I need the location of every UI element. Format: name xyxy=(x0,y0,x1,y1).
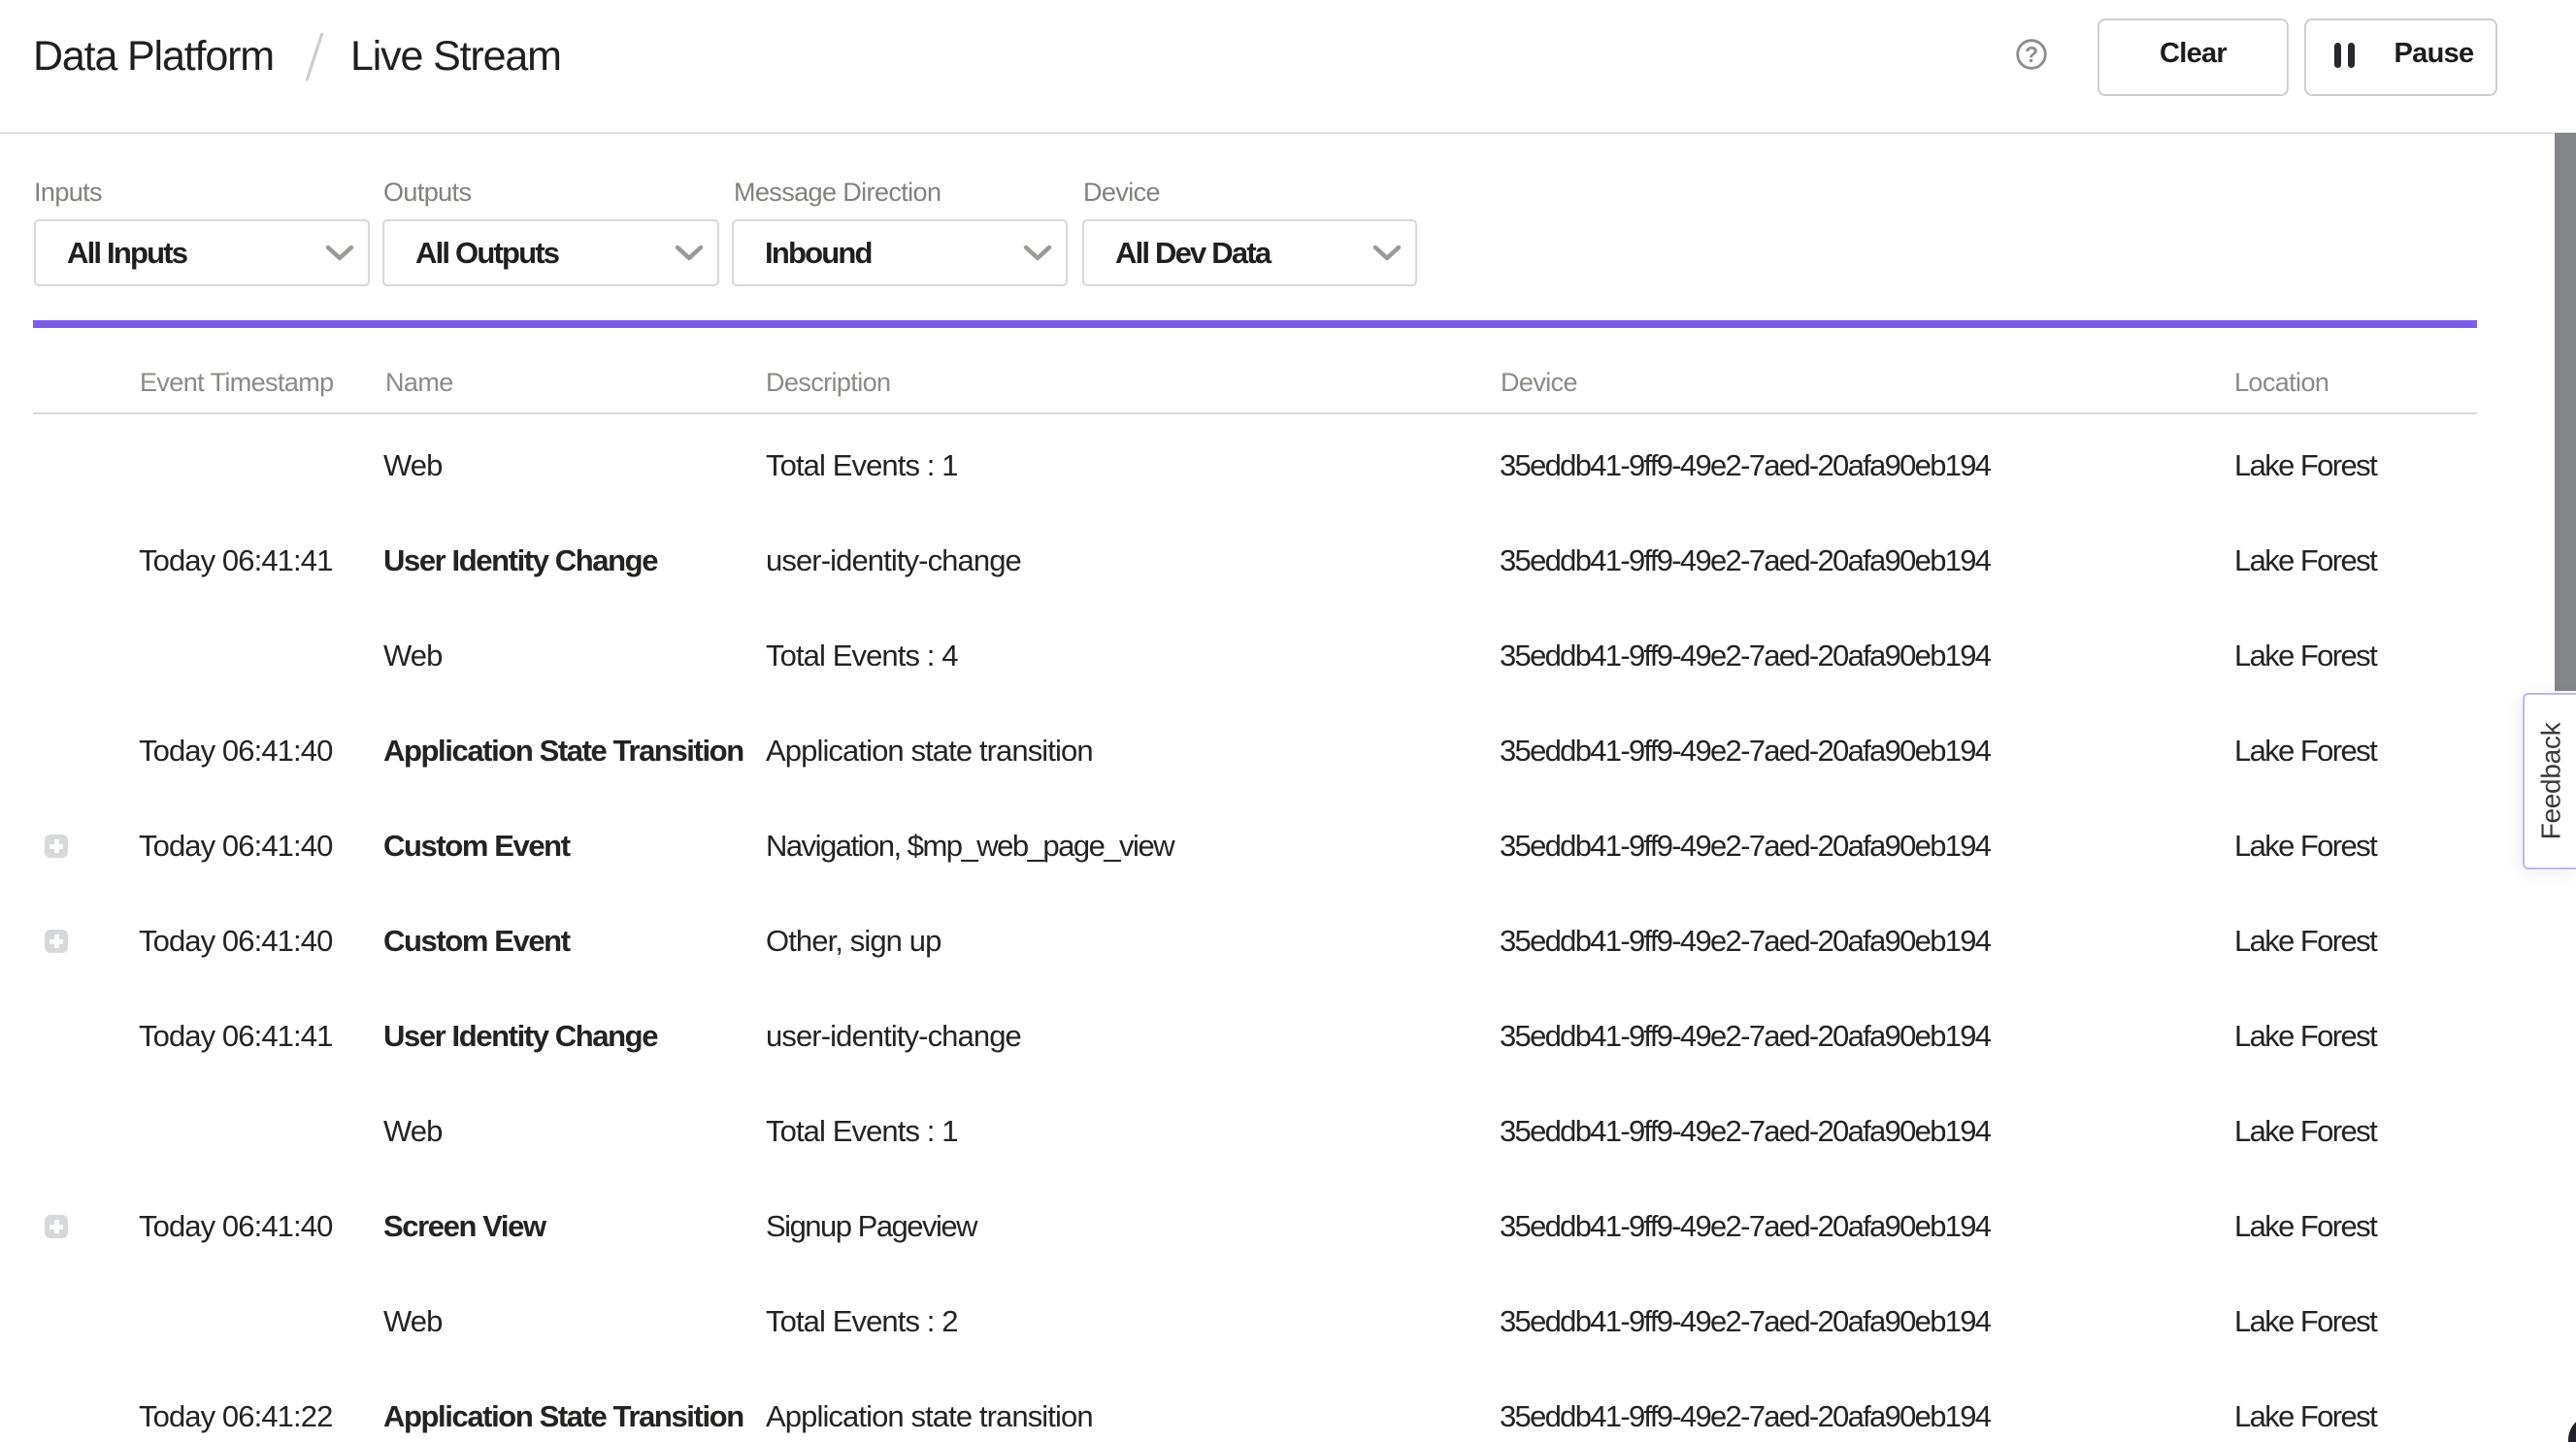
svg-text:?: ? xyxy=(2025,42,2038,67)
